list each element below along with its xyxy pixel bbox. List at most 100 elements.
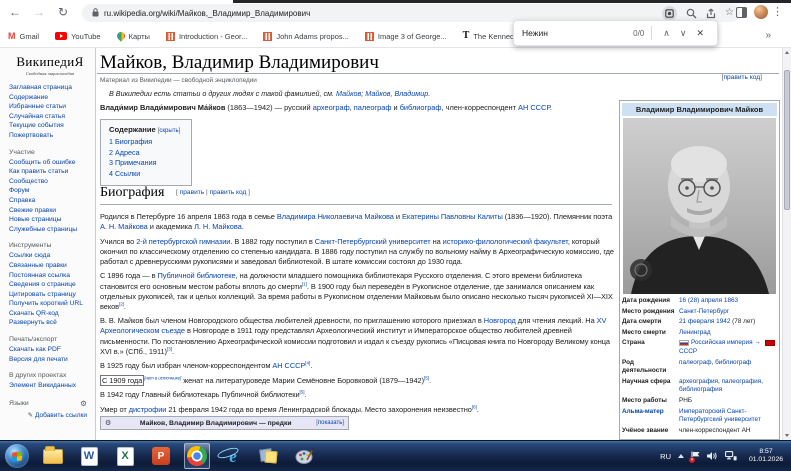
sidebar-link[interactable]: Сообщить об ошибке — [9, 158, 91, 168]
sidebar-link[interactable]: Пожертвовать — [9, 131, 91, 141]
taskbar-word[interactable]: W — [76, 443, 102, 469]
inline-link[interactable]: палеограф — [679, 359, 712, 366]
taskbar-sticky-notes[interactable] — [256, 443, 282, 469]
inline-link[interactable]: Императорский Санкт-Петербургский универ… — [679, 408, 761, 424]
section-edit-links[interactable]: [ править | править код ] — [176, 189, 250, 196]
inline-link[interactable]: А. Н. Майкова — [100, 222, 148, 231]
inline-link[interactable]: дистрофии — [129, 405, 167, 414]
bookmark-youtube[interactable]: YouTube — [55, 32, 100, 41]
find-previous-icon[interactable]: ∧ — [658, 28, 675, 39]
sidebar-link[interactable]: Текущие события — [9, 121, 91, 131]
taskbar-paint[interactable] — [292, 443, 318, 469]
reload-icon[interactable]: ↻ — [56, 5, 70, 19]
find-next-icon[interactable]: ∨ — [675, 28, 692, 39]
sidebar-link[interactable]: Скачать как PDF — [9, 345, 91, 355]
bookmark-loc-3[interactable]: Image 3 of George... — [365, 32, 447, 41]
infobox-label[interactable]: Альма-матер — [622, 408, 679, 425]
inline-link[interactable]: СССР — [679, 348, 697, 355]
side-panel-icon[interactable] — [736, 7, 747, 18]
bookmark-star-icon[interactable]: ☆ — [725, 8, 734, 18]
image-search-icon[interactable] — [662, 6, 677, 21]
inline-link[interactable]: Публичной библиотеке — [157, 271, 235, 280]
sidebar-link[interactable]: Свежие правки — [9, 206, 91, 216]
scroll-down-icon[interactable] — [783, 431, 791, 440]
sidebar-link[interactable]: Форум — [9, 186, 91, 196]
inline-link[interactable]: править код — [210, 189, 247, 196]
wikipedia-wordmark[interactable]: ВикипедиЯ Свободная энциклопедия — [9, 54, 91, 76]
inline-link[interactable]: АН СССР — [272, 361, 305, 370]
inline-link[interactable]: Российская империя — [691, 339, 753, 346]
inline-link[interactable]: Л. Н. Майкова — [194, 222, 242, 231]
inline-link[interactable]: Ленинград — [679, 329, 711, 336]
sidebar-link[interactable]: Элемент Викиданных — [9, 381, 91, 391]
back-icon[interactable]: ← — [8, 5, 22, 19]
toc-link[interactable]: 1 Биография — [109, 137, 180, 148]
clock[interactable]: 8:57 01.01.2026 — [744, 448, 788, 465]
inline-link[interactable]: палеограф — [354, 103, 392, 112]
inline-link[interactable]: библиография — [679, 386, 722, 393]
inline-link[interactable]: скрыть — [159, 128, 178, 134]
taskbar-chrome-active[interactable] — [184, 443, 210, 469]
volume-icon[interactable] — [707, 451, 718, 461]
inline-link[interactable]: историко-филологический факультет — [443, 237, 568, 246]
inline-link[interactable]: 21 февраля 1942 — [679, 318, 730, 325]
sidebar-link[interactable]: Справка — [9, 196, 91, 206]
gear-icon[interactable]: ⚙ — [80, 399, 87, 408]
toc-link[interactable]: 3 Примечания — [109, 158, 180, 169]
gear-icon[interactable]: ⚙ — [105, 419, 111, 427]
inline-link[interactable]: Майков, Владимир — [365, 89, 428, 98]
language-indicator[interactable]: RU — [660, 452, 671, 461]
inline-link[interactable]: палеография — [722, 378, 762, 385]
find-input[interactable]: Нежин — [522, 28, 633, 38]
sidebar-link[interactable]: Ссылки сюда — [9, 251, 91, 261]
inline-link[interactable]: АН СССР — [518, 103, 550, 112]
bookmark-gmail[interactable]: M Gmail — [8, 32, 39, 41]
toc-hide-link[interactable]: [скрыть] — [158, 128, 181, 134]
sidebar-link[interactable]: Избранные статьи — [9, 102, 91, 112]
navbox-show-link[interactable]: [показать] — [316, 420, 344, 426]
sidebar-link[interactable]: Скачать QR-код — [9, 309, 91, 319]
sidebar-link[interactable]: Служебные страницы — [9, 225, 91, 235]
hidden-icons-icon[interactable] — [678, 454, 684, 458]
inline-link[interactable]: Владимира Николаевича Майкова — [277, 212, 394, 221]
inline-link[interactable]: Майков — [336, 89, 361, 98]
inline-link[interactable]: Санкт-Петербург — [679, 308, 729, 315]
inline-link[interactable]: библиограф — [400, 103, 442, 112]
sidebar-link[interactable]: Новые страницы — [9, 215, 91, 225]
bookmark-loc-1[interactable]: Introduction - Geor... — [166, 32, 247, 41]
inline-link[interactable]: Екатерины Павловны Калиты — [402, 212, 503, 221]
toc-link[interactable]: 2 Адреса — [109, 148, 180, 159]
inline-link[interactable]: археограф — [313, 103, 350, 112]
edit-source-link[interactable]: [править код] — [722, 74, 762, 81]
inline-link[interactable]: Санкт-Петербургский университет — [315, 237, 431, 246]
scroll-up-icon[interactable] — [783, 48, 791, 57]
sidebar-link[interactable]: Развернуть всё — [9, 318, 91, 328]
inline-link[interactable]: Новгород — [484, 316, 516, 325]
sidebar-link[interactable]: Связанные правки — [9, 261, 91, 271]
scrollbar[interactable] — [782, 48, 791, 440]
menu-icon[interactable]: ⋮ — [772, 5, 783, 18]
profile-avatar[interactable] — [754, 5, 768, 19]
zoom-icon[interactable] — [686, 8, 697, 19]
add-links-button[interactable]: ✎Добавить ссылки — [9, 411, 91, 419]
sidebar-link[interactable]: Цитировать страницу — [9, 290, 91, 300]
inline-link[interactable]: [нет в источнике] — [144, 375, 181, 380]
sidebar-link[interactable]: Случайная статья — [9, 112, 91, 122]
scrollbar-thumb[interactable] — [784, 70, 790, 210]
taskbar-excel[interactable]: X — [112, 443, 138, 469]
sidebar-link[interactable]: Версия для печати — [9, 355, 91, 365]
inline-link[interactable]: показать — [318, 420, 342, 426]
network-icon[interactable] — [725, 451, 737, 461]
taskbar-powerpoint[interactable]: P — [148, 443, 174, 469]
sidebar-link[interactable]: Как править статьи — [9, 167, 91, 177]
sidebar-link[interactable]: Заглавная страница — [9, 83, 91, 93]
forward-icon[interactable]: → — [32, 5, 46, 19]
taskbar-internet-explorer[interactable]: e — [220, 443, 246, 469]
portrait-photo[interactable] — [623, 118, 776, 294]
inline-link[interactable]: 16 (28) апреля 1863 — [679, 297, 738, 304]
action-center-flag-icon[interactable]: ✕ — [691, 451, 700, 462]
share-icon[interactable] — [706, 8, 716, 19]
inline-link[interactable]: библиограф — [715, 359, 751, 366]
sidebar-link[interactable]: Получить короткий URL — [9, 299, 91, 309]
bookmark-loc-2[interactable]: John Adams propos... — [263, 32, 349, 41]
